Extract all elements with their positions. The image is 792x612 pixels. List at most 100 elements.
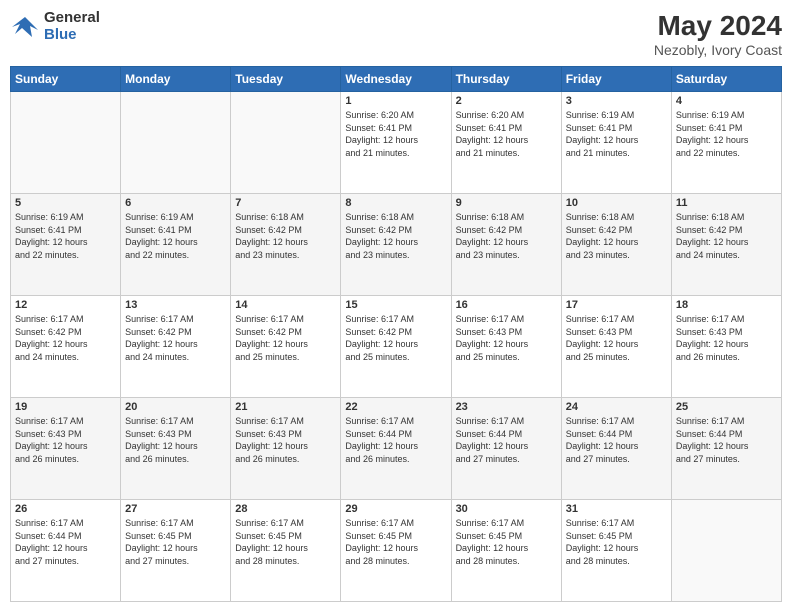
day-number: 31 xyxy=(566,503,667,515)
day-number: 5 xyxy=(15,197,116,209)
calendar-cell: 10 Sunrise: 6:18 AM Sunset: 6:42 PM Dayli… xyxy=(561,194,671,296)
calendar-cell: 11Sunrise: 6:18 AM Sunset: 6:42 PM Dayli… xyxy=(671,194,781,296)
calendar-week-row: 5 Sunrise: 6:19 AM Sunset: 6:41 PM Daylig… xyxy=(11,194,782,296)
day-info: Sunrise: 6:18 AM Sunset: 6:42 PM Dayligh… xyxy=(566,211,667,261)
day-number: 10 xyxy=(566,197,667,209)
day-info: Sunrise: 6:17 AM Sunset: 6:43 PM Dayligh… xyxy=(456,313,557,363)
day-number: 18 xyxy=(676,299,777,311)
calendar-cell: 30 Sunrise: 6:17 AM Sunset: 6:45 PM Dayli… xyxy=(451,500,561,602)
weekday-header-row: SundayMondayTuesdayWednesdayThursdayFrid… xyxy=(11,67,782,92)
day-number: 25 xyxy=(676,401,777,413)
calendar-cell: 24 Sunrise: 6:17 AM Sunset: 6:44 PM Dayli… xyxy=(561,398,671,500)
day-info: Sunrise: 6:20 AM Sunset: 6:41 PM Dayligh… xyxy=(456,109,557,159)
header: General Blue May 2024 Nezobly, Ivory Coa… xyxy=(10,10,782,58)
day-info: Sunrise: 6:18 AM Sunset: 6:42 PM Dayligh… xyxy=(235,211,336,261)
calendar-cell xyxy=(671,500,781,602)
calendar-cell: 29 Sunrise: 6:17 AM Sunset: 6:45 PM Dayli… xyxy=(341,500,451,602)
weekday-header: Sunday xyxy=(11,67,121,92)
day-info: Sunrise: 6:18 AM Sunset: 6:42 PM Dayligh… xyxy=(456,211,557,261)
day-number: 8 xyxy=(345,197,446,209)
day-info: Sunrise: 6:19 AM Sunset: 6:41 PM Dayligh… xyxy=(566,109,667,159)
calendar-week-row: 12 Sunrise: 6:17 AM Sunset: 6:42 PM Dayli… xyxy=(11,296,782,398)
day-info: Sunrise: 6:19 AM Sunset: 6:41 PM Dayligh… xyxy=(125,211,226,261)
weekday-header: Thursday xyxy=(451,67,561,92)
day-info: Sunrise: 6:17 AM Sunset: 6:44 PM Dayligh… xyxy=(566,415,667,465)
day-info: Sunrise: 6:17 AM Sunset: 6:44 PM Dayligh… xyxy=(456,415,557,465)
day-info: Sunrise: 6:17 AM Sunset: 6:44 PM Dayligh… xyxy=(676,415,777,465)
calendar-cell: 4Sunrise: 6:19 AM Sunset: 6:41 PM Daylig… xyxy=(671,92,781,194)
day-info: Sunrise: 6:17 AM Sunset: 6:45 PM Dayligh… xyxy=(456,517,557,567)
calendar-cell: 13 Sunrise: 6:17 AM Sunset: 6:42 PM Dayli… xyxy=(121,296,231,398)
day-number: 30 xyxy=(456,503,557,515)
day-info: Sunrise: 6:17 AM Sunset: 6:43 PM Dayligh… xyxy=(676,313,777,363)
day-info: Sunrise: 6:18 AM Sunset: 6:42 PM Dayligh… xyxy=(345,211,446,261)
weekday-header: Monday xyxy=(121,67,231,92)
day-number: 19 xyxy=(15,401,116,413)
calendar-cell: 15Sunrise: 6:17 AM Sunset: 6:42 PM Dayli… xyxy=(341,296,451,398)
calendar-cell: 1Sunrise: 6:20 AM Sunset: 6:41 PM Daylig… xyxy=(341,92,451,194)
calendar-cell: 8 Sunrise: 6:18 AM Sunset: 6:42 PM Daylig… xyxy=(341,194,451,296)
day-number: 1 xyxy=(345,95,446,107)
calendar-cell: 31Sunrise: 6:17 AM Sunset: 6:45 PM Dayli… xyxy=(561,500,671,602)
logo: General Blue xyxy=(10,10,100,43)
day-info: Sunrise: 6:17 AM Sunset: 6:42 PM Dayligh… xyxy=(125,313,226,363)
calendar-cell: 20Sunrise: 6:17 AM Sunset: 6:43 PM Dayli… xyxy=(121,398,231,500)
calendar-cell: 3 Sunrise: 6:19 AM Sunset: 6:41 PM Daylig… xyxy=(561,92,671,194)
calendar-cell: 5 Sunrise: 6:19 AM Sunset: 6:41 PM Daylig… xyxy=(11,194,121,296)
day-number: 15 xyxy=(345,299,446,311)
calendar-cell: 27Sunrise: 6:17 AM Sunset: 6:45 PM Dayli… xyxy=(121,500,231,602)
day-number: 12 xyxy=(15,299,116,311)
calendar-cell: 21 Sunrise: 6:17 AM Sunset: 6:43 PM Dayli… xyxy=(231,398,341,500)
calendar-cell: 9 Sunrise: 6:18 AM Sunset: 6:42 PM Daylig… xyxy=(451,194,561,296)
day-info: Sunrise: 6:17 AM Sunset: 6:45 PM Dayligh… xyxy=(345,517,446,567)
day-number: 28 xyxy=(235,503,336,515)
weekday-header: Saturday xyxy=(671,67,781,92)
day-number: 27 xyxy=(125,503,226,515)
day-number: 20 xyxy=(125,401,226,413)
day-info: Sunrise: 6:17 AM Sunset: 6:43 PM Dayligh… xyxy=(566,313,667,363)
day-number: 29 xyxy=(345,503,446,515)
calendar-cell: 28 Sunrise: 6:17 AM Sunset: 6:45 PM Dayli… xyxy=(231,500,341,602)
calendar-cell: 2 Sunrise: 6:20 AM Sunset: 6:41 PM Daylig… xyxy=(451,92,561,194)
day-number: 7 xyxy=(235,197,336,209)
weekday-header: Wednesday xyxy=(341,67,451,92)
calendar-cell: 19 Sunrise: 6:17 AM Sunset: 6:43 PM Dayli… xyxy=(11,398,121,500)
day-number: 21 xyxy=(235,401,336,413)
day-number: 26 xyxy=(15,503,116,515)
calendar-cell xyxy=(11,92,121,194)
calendar-cell: 6Sunrise: 6:19 AM Sunset: 6:41 PM Daylig… xyxy=(121,194,231,296)
day-info: Sunrise: 6:17 AM Sunset: 6:43 PM Dayligh… xyxy=(15,415,116,465)
logo-blue: Blue xyxy=(44,27,100,44)
calendar: SundayMondayTuesdayWednesdayThursdayFrid… xyxy=(10,66,782,602)
title-block: May 2024 Nezobly, Ivory Coast xyxy=(654,10,782,58)
calendar-cell: 18 Sunrise: 6:17 AM Sunset: 6:43 PM Dayli… xyxy=(671,296,781,398)
day-info: Sunrise: 6:17 AM Sunset: 6:44 PM Dayligh… xyxy=(345,415,446,465)
page: General Blue May 2024 Nezobly, Ivory Coa… xyxy=(0,0,792,612)
day-number: 13 xyxy=(125,299,226,311)
calendar-week-row: 1 Sunrise: 6:20 AM Sunset: 6:41 PM Daylig… xyxy=(11,92,782,194)
day-number: 9 xyxy=(456,197,557,209)
calendar-cell: 16 Sunrise: 6:17 AM Sunset: 6:43 PM Dayli… xyxy=(451,296,561,398)
month-year: May 2024 xyxy=(654,10,782,42)
logo-icon xyxy=(10,12,40,42)
calendar-week-row: 19 Sunrise: 6:17 AM Sunset: 6:43 PM Dayli… xyxy=(11,398,782,500)
day-info: Sunrise: 6:17 AM Sunset: 6:43 PM Dayligh… xyxy=(235,415,336,465)
calendar-cell: 23 Sunrise: 6:17 AM Sunset: 6:44 PM Dayli… xyxy=(451,398,561,500)
weekday-header: Friday xyxy=(561,67,671,92)
day-info: Sunrise: 6:17 AM Sunset: 6:45 PM Dayligh… xyxy=(235,517,336,567)
day-number: 16 xyxy=(456,299,557,311)
day-info: Sunrise: 6:19 AM Sunset: 6:41 PM Dayligh… xyxy=(15,211,116,261)
calendar-cell: 7 Sunrise: 6:18 AM Sunset: 6:42 PM Daylig… xyxy=(231,194,341,296)
day-number: 23 xyxy=(456,401,557,413)
calendar-cell: 14Sunrise: 6:17 AM Sunset: 6:42 PM Dayli… xyxy=(231,296,341,398)
day-number: 3 xyxy=(566,95,667,107)
day-number: 2 xyxy=(456,95,557,107)
day-number: 22 xyxy=(345,401,446,413)
calendar-cell: 17Sunrise: 6:17 AM Sunset: 6:43 PM Dayli… xyxy=(561,296,671,398)
calendar-cell: 12Sunrise: 6:17 AM Sunset: 6:42 PM Dayli… xyxy=(11,296,121,398)
calendar-cell xyxy=(121,92,231,194)
day-info: Sunrise: 6:17 AM Sunset: 6:42 PM Dayligh… xyxy=(235,313,336,363)
calendar-cell: 26Sunrise: 6:17 AM Sunset: 6:44 PM Dayli… xyxy=(11,500,121,602)
logo-general: General xyxy=(44,10,100,27)
day-number: 24 xyxy=(566,401,667,413)
